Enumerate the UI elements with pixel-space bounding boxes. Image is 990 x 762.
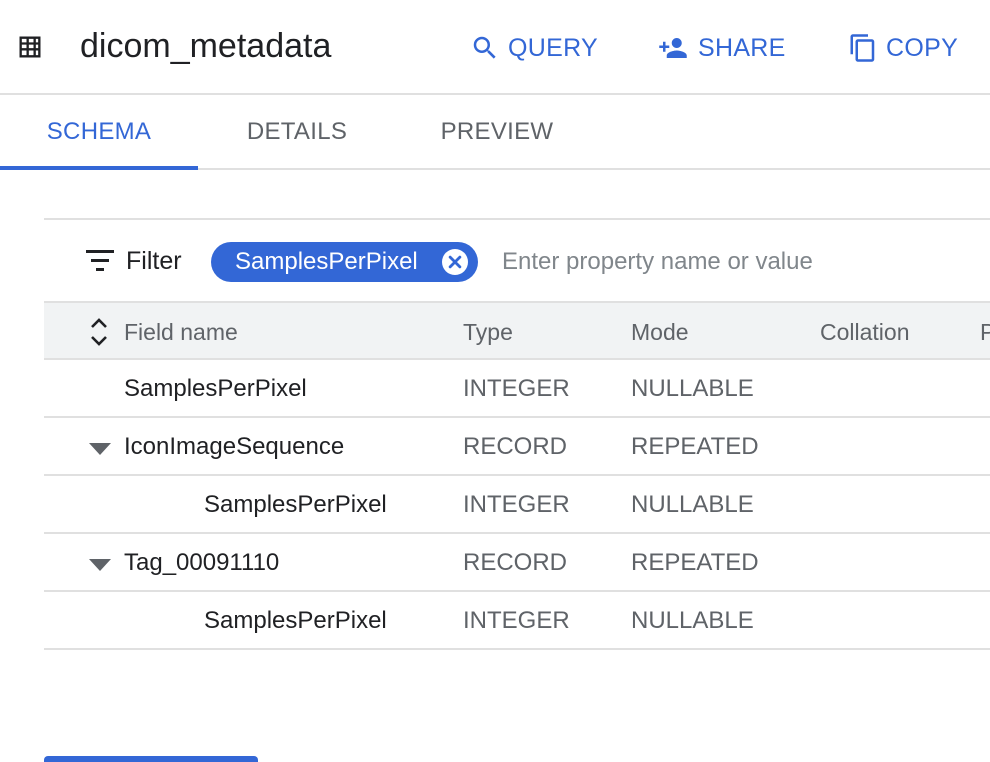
table-icon bbox=[19, 36, 41, 58]
filter-input[interactable] bbox=[502, 242, 982, 282]
field-type: RECORD bbox=[463, 433, 568, 460]
field-mode: NULLABLE bbox=[631, 375, 754, 402]
query-label: QUERY bbox=[508, 33, 598, 62]
field-name: IconImageSequence bbox=[124, 433, 345, 460]
column-header-mode: Mode bbox=[631, 319, 689, 345]
active-tab-indicator bbox=[0, 166, 198, 170]
field-mode: NULLABLE bbox=[631, 607, 754, 634]
filter-bar: Filter SamplesPerPixel bbox=[44, 218, 990, 301]
close-icon[interactable] bbox=[442, 249, 468, 275]
tab-schema[interactable]: SCHEMA bbox=[0, 95, 198, 168]
field-name: SamplesPerPixel bbox=[204, 607, 387, 634]
query-button[interactable]: QUERY bbox=[470, 30, 598, 66]
tab-details[interactable]: DETAILS bbox=[198, 95, 396, 168]
tab-preview[interactable]: PREVIEW bbox=[396, 95, 598, 168]
edit-schema-button[interactable] bbox=[44, 756, 258, 762]
table-row[interactable]: IconImageSequence RECORD REPEATED bbox=[44, 418, 990, 476]
schema-table: Field name Type Mode Collation P Samples… bbox=[44, 301, 990, 650]
column-header-field-name[interactable]: Field name bbox=[124, 319, 238, 346]
expand-arrow-icon[interactable] bbox=[88, 558, 112, 572]
page-title: dicom_metadata bbox=[80, 27, 332, 65]
field-mode: REPEATED bbox=[631, 433, 759, 460]
person-add-icon bbox=[659, 38, 687, 58]
field-mode: NULLABLE bbox=[631, 491, 754, 518]
field-type: INTEGER bbox=[463, 375, 570, 402]
filter-icon bbox=[86, 250, 114, 271]
field-name: SamplesPerPixel bbox=[124, 375, 307, 402]
field-type: RECORD bbox=[463, 549, 568, 576]
table-row[interactable]: Tag_00091110 RECORD REPEATED bbox=[44, 534, 990, 592]
search-icon bbox=[473, 36, 496, 59]
field-type: INTEGER bbox=[463, 607, 570, 634]
share-label: SHARE bbox=[698, 33, 786, 62]
field-name: Tag_00091110 bbox=[124, 549, 280, 576]
filter-chip-label: SamplesPerPixel bbox=[235, 248, 418, 275]
column-header-truncated: P bbox=[980, 319, 990, 345]
share-button[interactable]: SHARE bbox=[656, 30, 786, 66]
unfold-icon[interactable] bbox=[88, 315, 110, 349]
filter-label: Filter bbox=[126, 247, 182, 275]
table-row[interactable]: SamplesPerPixel INTEGER NULLABLE bbox=[44, 592, 990, 650]
copy-label: COPY bbox=[886, 33, 959, 62]
column-header-type: Type bbox=[463, 319, 513, 345]
table-row[interactable]: SamplesPerPixel INTEGER NULLABLE bbox=[44, 476, 990, 534]
expand-arrow-icon[interactable] bbox=[88, 442, 112, 456]
table-header: Field name Type Mode Collation P bbox=[44, 301, 990, 360]
column-header-collation: Collation bbox=[820, 319, 910, 345]
field-name: SamplesPerPixel bbox=[204, 491, 387, 518]
field-mode: REPEATED bbox=[631, 549, 759, 576]
copy-icon bbox=[850, 34, 875, 62]
field-type: INTEGER bbox=[463, 491, 570, 518]
tab-bar: SCHEMA DETAILS PREVIEW bbox=[0, 95, 990, 170]
header-bar: dicom_metadata QUERY SHARE COPY bbox=[0, 0, 990, 95]
copy-button[interactable]: COPY bbox=[848, 30, 958, 66]
table-row[interactable]: SamplesPerPixel INTEGER NULLABLE bbox=[44, 360, 990, 418]
filter-chip[interactable]: SamplesPerPixel bbox=[211, 242, 478, 282]
